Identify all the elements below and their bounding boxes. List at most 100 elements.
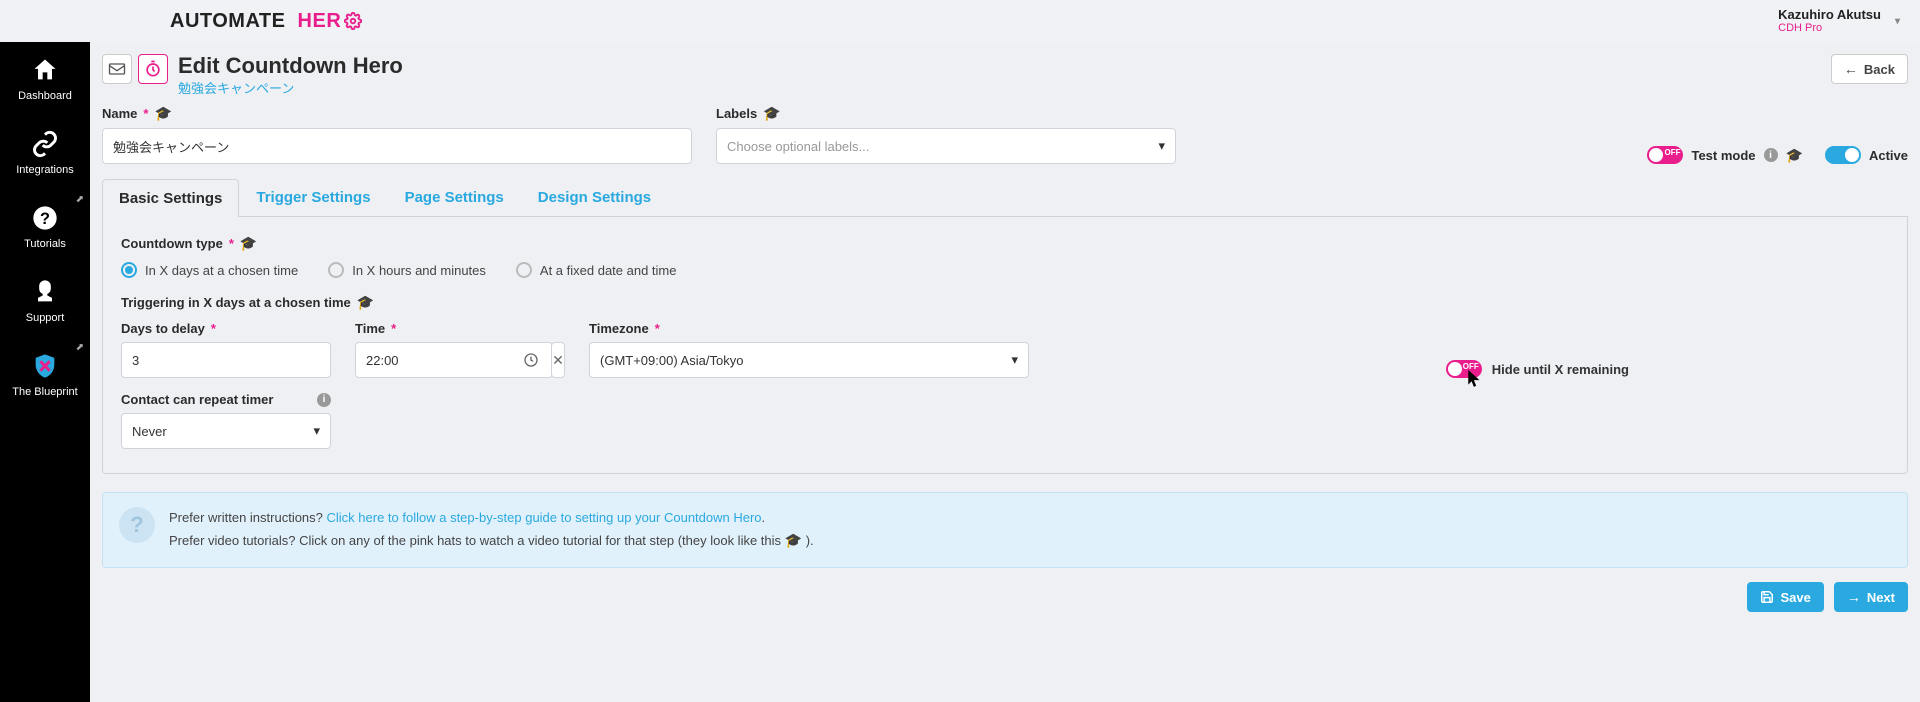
test-mode-label: Test mode <box>1691 148 1755 163</box>
page-title: Edit Countdown Hero <box>178 54 403 78</box>
chevron-down-icon: ▾ <box>313 423 320 439</box>
sidebar-item-label: Dashboard <box>18 90 72 102</box>
logo-text-a: AUTOMATE <box>170 10 285 33</box>
radio-label: In X days at a chosen time <box>145 263 298 278</box>
name-label: Name <box>102 106 137 121</box>
required-mark: * <box>229 236 234 251</box>
help-text-2b: ). <box>806 533 814 548</box>
timezone-select[interactable]: (GMT+09:00) Asia/Tokyo ▾ <box>589 342 1029 378</box>
info-icon[interactable]: i <box>1764 148 1778 162</box>
sidebar-item-label: Integrations <box>16 164 73 176</box>
required-mark: * <box>211 321 216 336</box>
radio-x-hours[interactable]: In X hours and minutes <box>328 262 486 278</box>
hat-icon[interactable]: 🎓 <box>763 105 780 122</box>
tab-basic-settings[interactable]: Basic Settings <box>102 179 239 217</box>
countdown-type-label: Countdown type <box>121 236 223 251</box>
help-text-1b: . <box>762 510 766 525</box>
hide-until-label: Hide until X remaining <box>1492 362 1629 377</box>
hat-icon[interactable]: 🎓 <box>1786 147 1803 164</box>
page-subtitle: 勉強会キャンペーン <box>178 78 403 97</box>
home-icon <box>31 56 59 84</box>
days-delay-input[interactable] <box>121 342 331 378</box>
repeat-label: Contact can repeat timer <box>121 392 273 407</box>
hide-until-toggle[interactable]: OFF <box>1446 360 1482 378</box>
tab-trigger-settings[interactable]: Trigger Settings <box>239 178 387 216</box>
svg-text:?: ? <box>40 210 50 228</box>
chevron-down-icon: ▾ <box>1895 16 1900 27</box>
name-input[interactable] <box>102 128 692 164</box>
clock-icon[interactable] <box>523 342 539 378</box>
sidebar-item-label: The Blueprint <box>12 386 77 398</box>
radio-icon <box>516 262 532 278</box>
next-button[interactable]: → Next <box>1834 582 1908 612</box>
save-icon <box>1760 590 1774 604</box>
sidebar: Dashboard Integrations ⬈ ? Tutorials Sup… <box>0 42 90 702</box>
triggering-label: Triggering in X days at a chosen time <box>121 295 351 310</box>
radio-icon <box>121 262 137 278</box>
labels-select[interactable]: Choose optional labels... ▾ <box>716 128 1176 164</box>
tabs: Basic Settings Trigger Settings Page Set… <box>102 178 1908 217</box>
active-toggle[interactable] <box>1825 146 1861 164</box>
radio-fixed-date[interactable]: At a fixed date and time <box>516 262 677 278</box>
required-mark: * <box>655 321 660 336</box>
hat-icon[interactable]: 🎓 <box>357 294 374 311</box>
back-button[interactable]: ← Back <box>1831 54 1908 84</box>
timer-icon <box>138 54 168 84</box>
clear-time-button[interactable]: ✕ <box>551 342 565 378</box>
chevron-down-icon: ▾ <box>1011 352 1018 368</box>
next-label: Next <box>1867 590 1895 605</box>
toggle-off-label: OFF <box>1463 362 1479 371</box>
radio-icon <box>328 262 344 278</box>
labels-placeholder: Choose optional labels... <box>727 139 869 154</box>
radio-label: In X hours and minutes <box>352 263 486 278</box>
external-link-icon: ⬈ <box>76 194 84 205</box>
timezone-label: Timezone <box>589 321 649 336</box>
tab-design-settings[interactable]: Design Settings <box>521 178 668 216</box>
hat-icon[interactable]: 🎓 <box>154 105 171 122</box>
sidebar-item-label: Support <box>26 312 65 324</box>
shield-icon <box>31 352 59 380</box>
time-label: Time <box>355 321 385 336</box>
save-label: Save <box>1780 590 1810 605</box>
help-box: ? Prefer written instructions? Click her… <box>102 492 1908 568</box>
chevron-down-icon: ▾ <box>1158 138 1165 154</box>
help-text-2: Prefer video tutorials? Click on any of … <box>169 533 785 548</box>
user-plan: CDH Pro <box>1778 22 1822 35</box>
repeat-select[interactable]: Never ▾ <box>121 413 331 449</box>
logo-text-b: HER <box>298 10 342 33</box>
help-text-1a: Prefer written instructions? <box>169 510 327 525</box>
help-guide-link[interactable]: Click here to follow a step-by-step guid… <box>327 510 762 525</box>
app-logo: AUTOMATE HER <box>170 10 362 33</box>
info-icon[interactable]: i <box>317 393 331 407</box>
arrow-right-icon: → <box>1847 589 1861 605</box>
save-button[interactable]: Save <box>1747 582 1823 612</box>
days-delay-label: Days to delay <box>121 321 205 336</box>
sidebar-item-integrations[interactable]: Integrations <box>0 116 90 190</box>
sidebar-item-dashboard[interactable]: Dashboard <box>0 42 90 116</box>
sidebar-item-blueprint[interactable]: ⬈ The Blueprint <box>0 338 90 412</box>
repeat-value: Never <box>132 424 167 439</box>
radio-x-days[interactable]: In X days at a chosen time <box>121 262 298 278</box>
labels-label: Labels <box>716 106 757 121</box>
tab-page-settings[interactable]: Page Settings <box>388 178 521 216</box>
question-icon: ? <box>119 507 155 543</box>
question-icon: ? <box>31 204 59 232</box>
hat-icon[interactable]: 🎓 <box>240 235 257 252</box>
test-mode-toggle[interactable]: OFF <box>1647 146 1683 164</box>
required-mark: * <box>391 321 396 336</box>
external-link-icon: ⬈ <box>76 342 84 353</box>
arrow-left-icon: ← <box>1844 61 1858 77</box>
toggle-off-label: OFF <box>1664 148 1680 157</box>
back-label: Back <box>1864 62 1895 77</box>
required-mark: * <box>143 106 148 121</box>
sidebar-item-tutorials[interactable]: ⬈ ? Tutorials <box>0 190 90 264</box>
timezone-value: (GMT+09:00) Asia/Tokyo <box>600 353 743 368</box>
support-icon <box>31 278 59 306</box>
user-menu[interactable]: Kazuhiro Akutsu CDH Pro ▾ <box>1778 7 1900 36</box>
sidebar-item-support[interactable]: Support <box>0 264 90 338</box>
gear-icon <box>344 12 362 30</box>
user-name: Kazuhiro Akutsu <box>1778 7 1881 23</box>
envelope-icon <box>102 54 132 84</box>
hat-icon: 🎓 <box>785 532 802 548</box>
active-label: Active <box>1869 148 1908 163</box>
